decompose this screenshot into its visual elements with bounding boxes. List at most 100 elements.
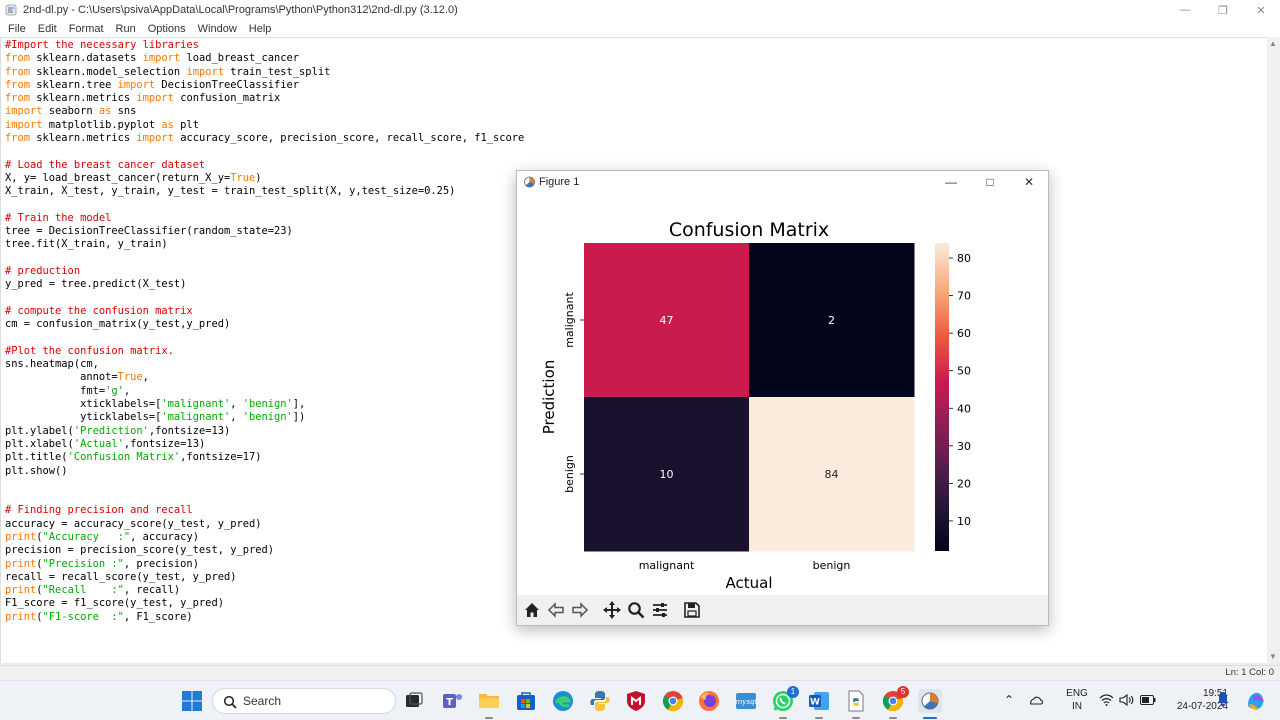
microsoft-store-button[interactable]	[514, 689, 538, 713]
code-line: #Import the necessary libraries	[5, 39, 199, 51]
menu-window[interactable]: Window	[192, 23, 243, 35]
whatsapp-notification-badge: 1	[787, 686, 799, 698]
close-button[interactable]: ✕	[1242, 0, 1280, 20]
configure-button[interactable]	[649, 599, 671, 621]
code-line: from sklearn.model_selection import trai…	[5, 65, 331, 78]
cell-annotation: 84	[825, 468, 839, 481]
running-indicator	[815, 717, 823, 719]
menu-options[interactable]: Options	[142, 23, 192, 35]
code-text: #Import the necessary libraries from skle…	[5, 39, 524, 624]
code-line: print("F1-score :", F1_score)	[5, 610, 193, 623]
svg-text:W: W	[810, 698, 820, 708]
chevron-up-icon[interactable]: ⌃	[1004, 693, 1014, 707]
folder-icon	[479, 694, 499, 708]
code-line: tree.fit(X_train, y_train)	[5, 238, 168, 251]
firefox-icon	[699, 691, 719, 711]
code-line: from sklearn.metrics import accuracy_sco…	[5, 132, 525, 145]
language-line-2[interactable]: IN	[1064, 701, 1090, 712]
wifi-icon[interactable]	[1099, 694, 1114, 706]
cell-annotation: 2	[828, 314, 835, 327]
whatsapp-button[interactable]: 1	[771, 686, 799, 719]
matplotlib-icon	[524, 176, 535, 188]
menu-format[interactable]: Format	[63, 23, 110, 35]
pan-button[interactable]	[601, 599, 623, 621]
onedrive-icon[interactable]	[1028, 693, 1044, 707]
python-file-button[interactable]	[844, 689, 868, 719]
svg-text:T: T	[446, 697, 453, 708]
figure-toolbar	[517, 595, 1048, 625]
chrome-button[interactable]	[661, 689, 685, 713]
colorbar-tick-label: 60	[957, 327, 971, 340]
task-view-button[interactable]	[402, 689, 426, 713]
word-icon: W	[809, 692, 829, 710]
menu-run[interactable]: Run	[110, 23, 142, 35]
mcafee-button[interactable]	[624, 689, 648, 713]
cursor-position: Ln: 1 Col: 0	[1225, 667, 1274, 678]
menu-help[interactable]: Help	[243, 23, 278, 35]
code-line: print("Recall :", recall)	[5, 584, 181, 597]
save-button[interactable]	[681, 599, 703, 621]
y-tick-label: malignant	[563, 292, 576, 348]
firefox-button[interactable]	[697, 689, 721, 713]
chrome-icon	[662, 691, 683, 712]
battery-icon[interactable]	[1140, 695, 1156, 705]
chrome-profile-button[interactable]: 5	[881, 686, 909, 719]
status-bar: Ln: 1 Col: 0	[0, 665, 1280, 680]
notification-bell-icon[interactable]	[1216, 691, 1230, 707]
code-line: # Load the breast cancer dataset	[5, 158, 206, 171]
word-button[interactable]: W	[807, 689, 831, 719]
chrome-notification-badge: 5	[897, 686, 909, 698]
figure-canvas[interactable]: Confusion Matrix 47 2 10 84 malignant benign…	[517, 193, 1048, 595]
scroll-up-icon[interactable]: ▲	[1269, 39, 1277, 48]
back-button[interactable]	[545, 599, 567, 621]
running-indicator	[889, 717, 897, 719]
taskbar-search[interactable]: Search	[212, 688, 396, 714]
window-title: 2nd-dl.py - C:\Users\psiva\AppData\Local…	[23, 4, 458, 16]
volume-icon[interactable]	[1119, 694, 1134, 706]
code-line: recall = recall_score(y_test, y_pred)	[5, 570, 237, 583]
code-line: F1_score = f1_score(y_test, y_pred)	[5, 597, 224, 610]
code-line: xticklabels=['malignant', 'benign'],	[5, 398, 306, 411]
python-idle-button[interactable]	[588, 689, 612, 713]
teams-button[interactable]: T	[440, 689, 464, 713]
menu-file[interactable]: File	[2, 23, 32, 35]
colorbar	[935, 243, 949, 551]
code-line: cm = confusion_matrix(y_test,y_pred)	[5, 318, 231, 331]
figure-title: Figure 1	[539, 176, 580, 188]
home-button[interactable]	[521, 599, 543, 621]
maximize-button[interactable]: ❐	[1204, 0, 1242, 20]
scroll-down-icon[interactable]: ▼	[1269, 652, 1277, 661]
mysql-workbench-button[interactable]: mysql	[734, 689, 758, 713]
copilot-icon[interactable]	[1244, 689, 1268, 713]
code-line: precision = precision_score(y_test, y_pr…	[5, 544, 274, 557]
figure-minimize-button[interactable]: —	[933, 173, 969, 191]
colorbar-tick-label: 30	[957, 440, 971, 453]
figure-close-button[interactable]: ✕	[1011, 173, 1047, 191]
start-button[interactable]	[180, 689, 204, 713]
x-tick-label: benign	[813, 559, 851, 572]
code-line: plt.ylabel('Prediction',fontsize=13)	[5, 424, 231, 437]
x-tick-label: malignant	[639, 559, 695, 572]
code-line: import seaborn as sns	[5, 105, 137, 118]
zoom-button[interactable]	[625, 599, 647, 621]
file-explorer-button[interactable]	[477, 689, 501, 719]
minimize-button[interactable]: —	[1166, 0, 1204, 20]
vertical-scrollbar[interactable]: ▲ ▼	[1267, 37, 1280, 663]
figure-window: Figure 1 — □ ✕ Confusion Matrix 47 2 10 84 …	[516, 170, 1049, 626]
code-line: X, y= load_breast_cancer(return_X_y=True…	[5, 171, 262, 184]
minimize-icon: —	[1179, 4, 1191, 16]
svg-text:mysql: mysql	[736, 698, 757, 706]
forward-button[interactable]	[569, 599, 591, 621]
language-line-1[interactable]: ENG	[1064, 688, 1090, 699]
matplotlib-icon	[921, 692, 939, 710]
matplotlib-figure-button[interactable]	[918, 689, 942, 719]
code-line: yticklabels=['malignant', 'benign'])	[5, 411, 306, 424]
figure-maximize-button[interactable]: □	[972, 173, 1008, 191]
colorbar-tick-label: 80	[957, 252, 971, 265]
edge-button[interactable]	[551, 689, 575, 713]
menu-edit[interactable]: Edit	[32, 23, 63, 35]
save-icon	[684, 602, 700, 618]
